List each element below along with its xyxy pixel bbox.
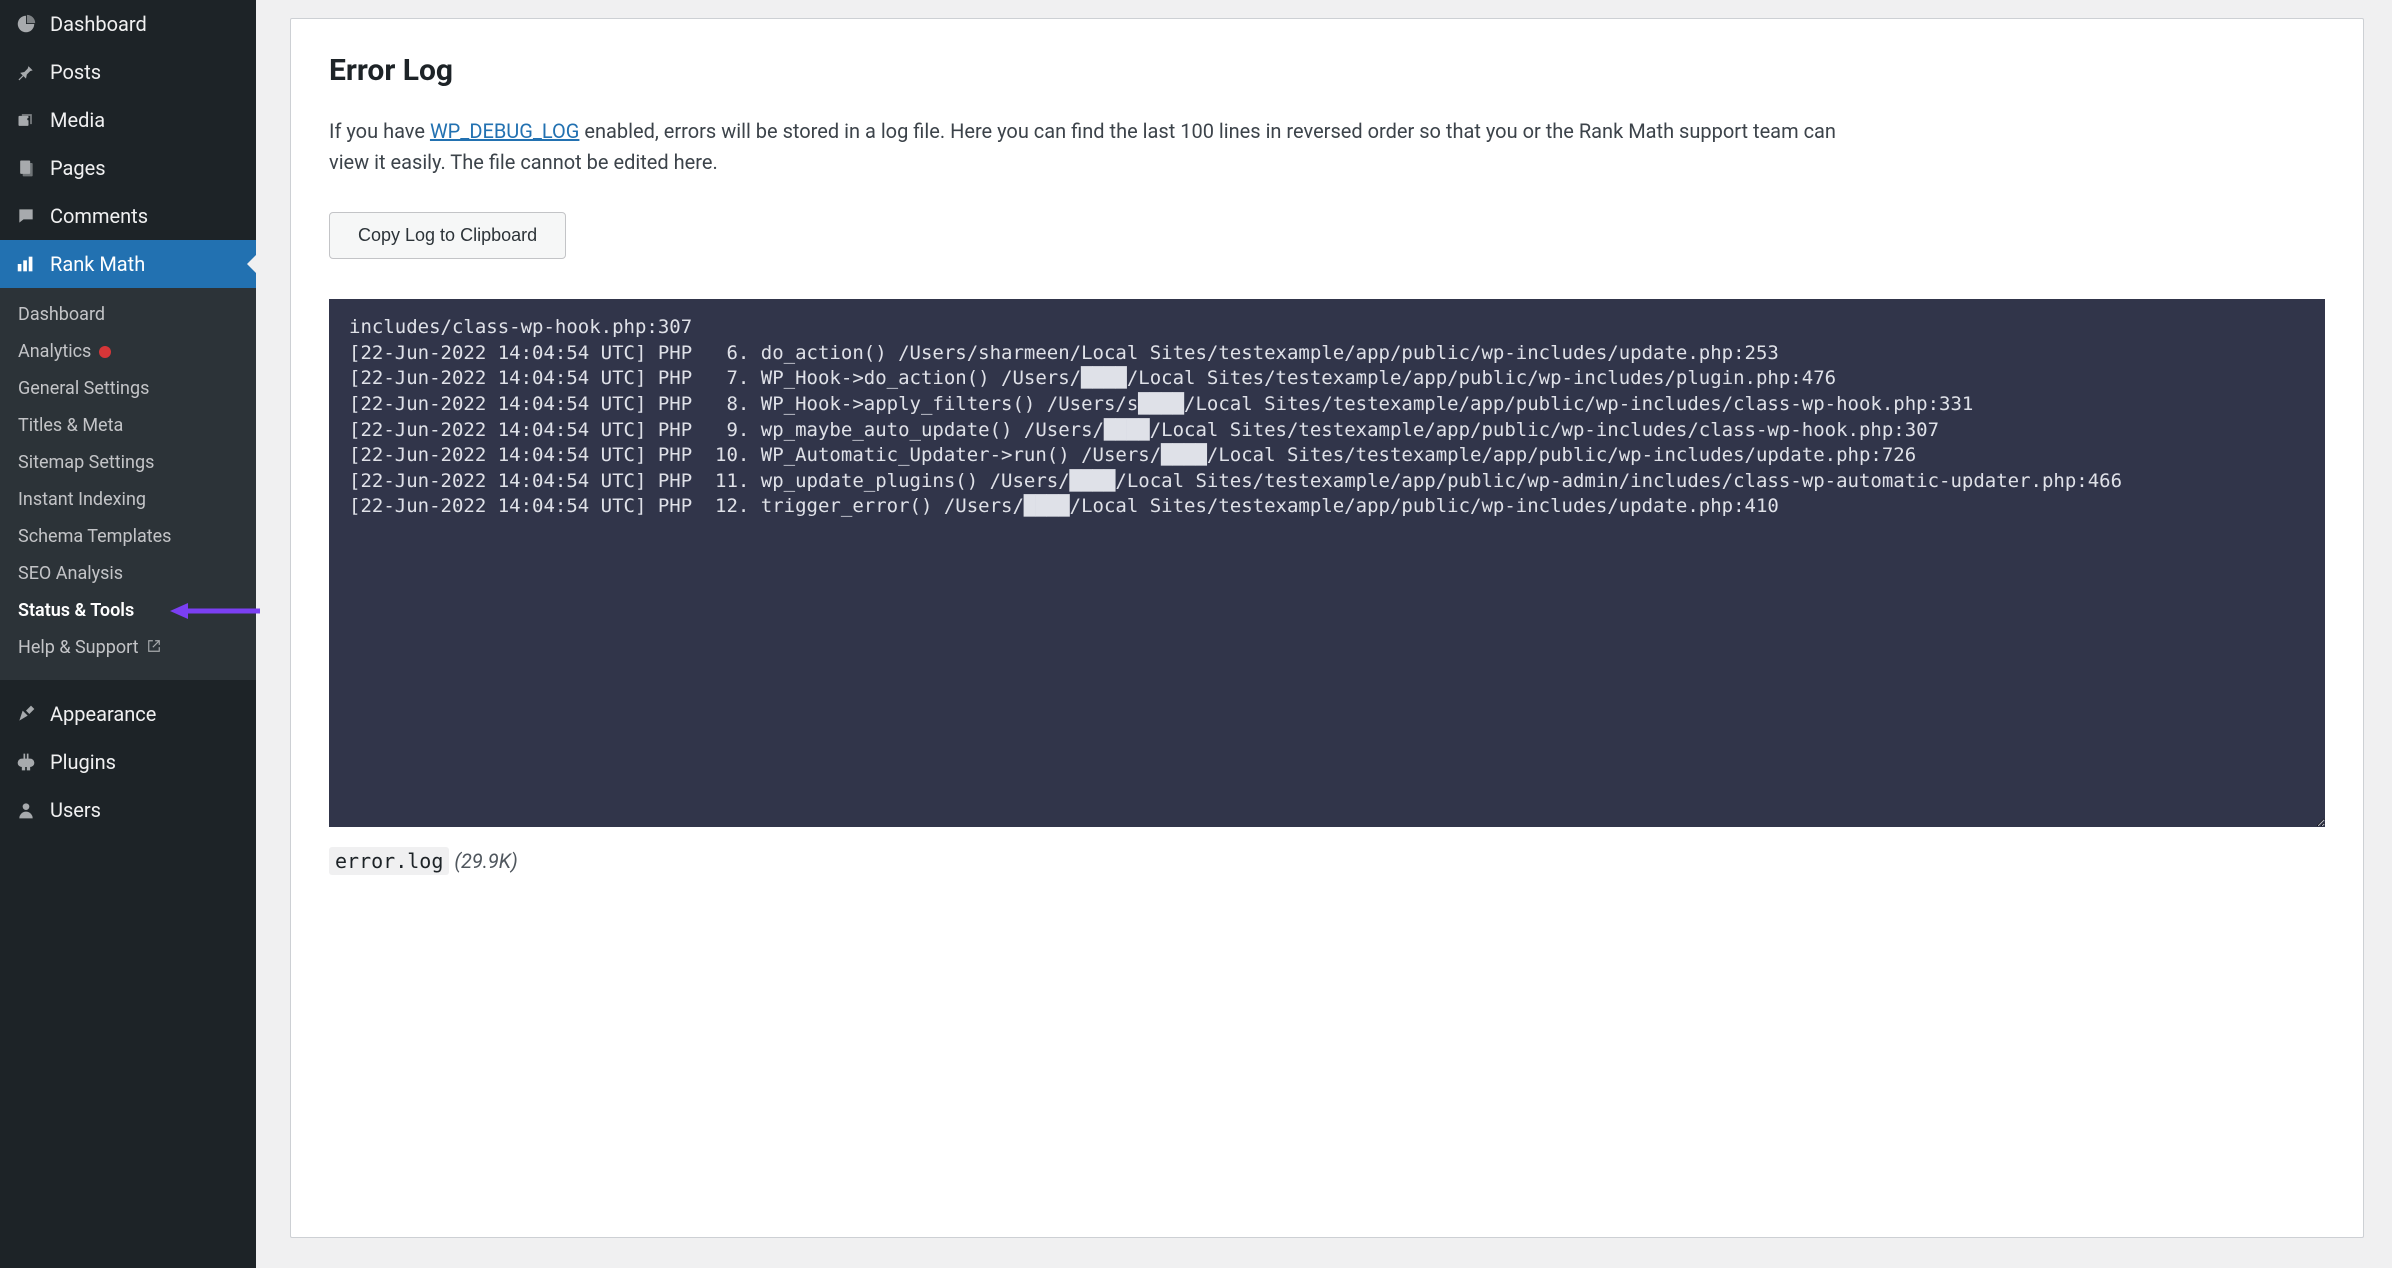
- log-file-info: error.log (29.9K): [329, 849, 2325, 873]
- content-card: Error Log If you have WP_DEBUG_LOG enabl…: [290, 18, 2364, 1238]
- menu-label: Appearance: [50, 702, 156, 726]
- menu-label: Posts: [50, 60, 101, 84]
- page-title: Error Log: [329, 53, 2325, 88]
- menu-item-users[interactable]: Users: [0, 786, 256, 834]
- submenu-titles-meta[interactable]: Titles & Meta: [0, 407, 256, 444]
- users-icon: [14, 798, 38, 822]
- menu-label: Plugins: [50, 750, 116, 774]
- media-icon: [14, 108, 38, 132]
- pages-icon: [14, 156, 38, 180]
- submenu-sitemap-settings[interactable]: Sitemap Settings: [0, 444, 256, 481]
- submenu-label: Dashboard: [18, 304, 105, 325]
- submenu-label: Instant Indexing: [18, 489, 146, 510]
- notification-dot-icon: [99, 346, 111, 358]
- pin-icon: [14, 60, 38, 84]
- submenu-status-tools[interactable]: Status & Tools: [0, 592, 256, 629]
- menu-label: Dashboard: [50, 12, 147, 36]
- intro-before: If you have: [329, 119, 430, 143]
- copy-log-button[interactable]: Copy Log to Clipboard: [329, 212, 566, 259]
- dashboard-icon: [14, 12, 38, 36]
- submenu-analytics[interactable]: Analytics: [0, 333, 256, 370]
- comments-icon: [14, 204, 38, 228]
- error-log-textarea[interactable]: [329, 299, 2325, 827]
- log-file-name: error.log: [329, 847, 449, 875]
- menu-label: Users: [50, 798, 101, 822]
- plugins-icon: [14, 750, 38, 774]
- wp-debug-log-link[interactable]: WP_DEBUG_LOG: [430, 119, 579, 143]
- annotation-arrow-icon: [170, 599, 260, 623]
- menu-label: Rank Math: [50, 252, 145, 276]
- log-file-size: (29.9K): [454, 849, 517, 873]
- menu-item-dashboard[interactable]: Dashboard: [0, 0, 256, 48]
- intro-text: If you have WP_DEBUG_LOG enabled, errors…: [329, 116, 1869, 178]
- menu-item-appearance[interactable]: Appearance: [0, 690, 256, 738]
- admin-sidebar: Dashboard Posts Media Pages Comments Ran…: [0, 0, 256, 1268]
- submenu-dashboard[interactable]: Dashboard: [0, 296, 256, 333]
- submenu-label: Help & Support: [18, 637, 139, 658]
- appearance-icon: [14, 702, 38, 726]
- menu-item-rankmath[interactable]: Rank Math: [0, 240, 256, 288]
- submenu-seo-analysis[interactable]: SEO Analysis: [0, 555, 256, 592]
- submenu-label: Schema Templates: [18, 526, 171, 547]
- submenu-label: General Settings: [18, 378, 149, 399]
- menu-separator: [0, 680, 256, 690]
- menu-item-plugins[interactable]: Plugins: [0, 738, 256, 786]
- rankmath-submenu: Dashboard Analytics General Settings Tit…: [0, 288, 256, 680]
- submenu-label: Analytics: [18, 341, 91, 362]
- menu-label: Pages: [50, 156, 106, 180]
- menu-item-comments[interactable]: Comments: [0, 192, 256, 240]
- submenu-general-settings[interactable]: General Settings: [0, 370, 256, 407]
- submenu-schema-templates[interactable]: Schema Templates: [0, 518, 256, 555]
- rankmath-icon: [14, 252, 38, 276]
- submenu-label: Sitemap Settings: [18, 452, 154, 473]
- menu-item-media[interactable]: Media: [0, 96, 256, 144]
- menu-item-posts[interactable]: Posts: [0, 48, 256, 96]
- external-link-icon: [147, 639, 161, 657]
- submenu-instant-indexing[interactable]: Instant Indexing: [0, 481, 256, 518]
- submenu-label: Titles & Meta: [18, 415, 123, 436]
- submenu-help-support[interactable]: Help & Support: [0, 629, 256, 666]
- menu-label: Comments: [50, 204, 148, 228]
- main-area: Error Log If you have WP_DEBUG_LOG enabl…: [256, 0, 2392, 1268]
- submenu-label: Status & Tools: [18, 600, 134, 621]
- menu-label: Media: [50, 108, 105, 132]
- submenu-label: SEO Analysis: [18, 563, 123, 584]
- menu-item-pages[interactable]: Pages: [0, 144, 256, 192]
